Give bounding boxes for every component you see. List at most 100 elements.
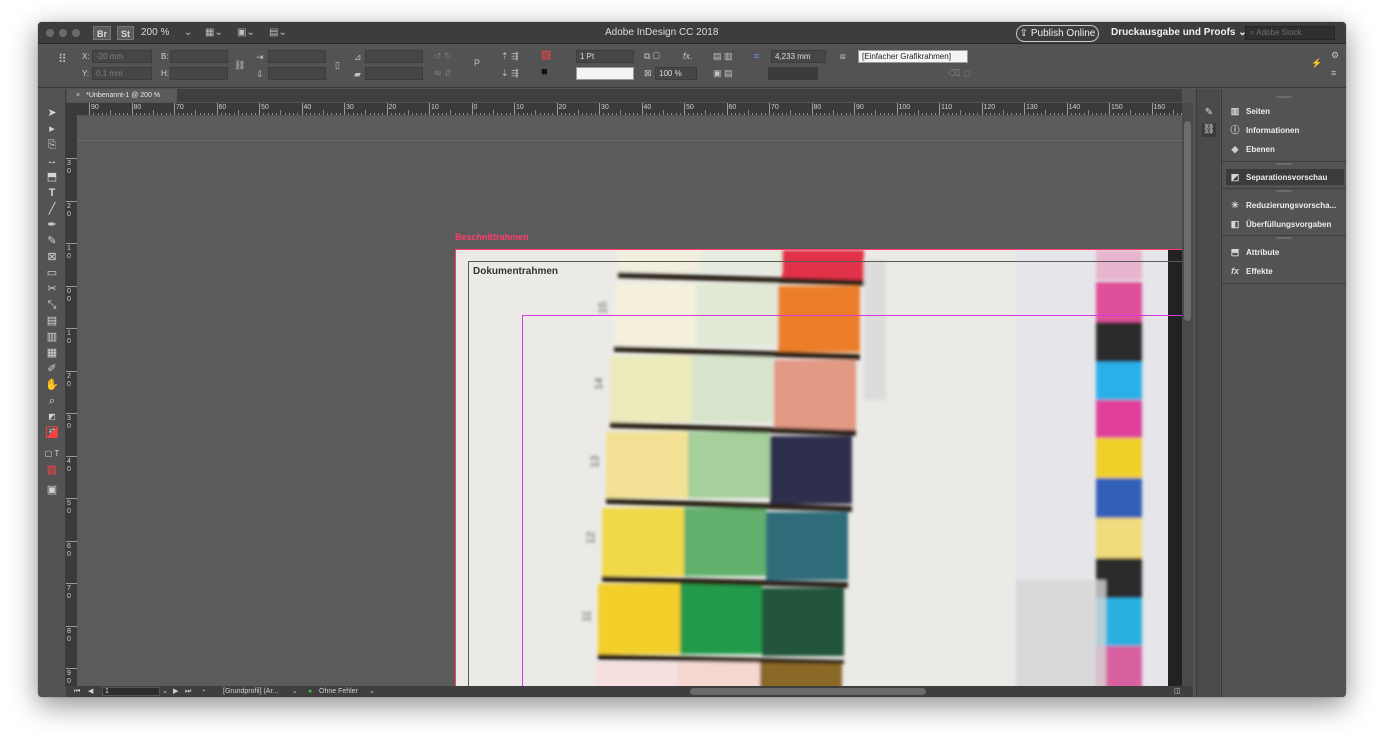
panel-item-informationen[interactable]: ⓘ Informationen [1226, 122, 1344, 138]
vertical-scrollbar[interactable] [1182, 103, 1193, 686]
line-tool-icon[interactable]: ╱ [44, 202, 60, 216]
settings-gear-icon[interactable]: ⚙ [1331, 50, 1339, 61]
stroke-weight-field[interactable]: 1 Pt [576, 50, 634, 63]
horizontal-ruler[interactable]: 90 80 70 60 50 40 30 20 10 0 10 20 30 40 50 60 70 80 90 100… [77, 103, 1182, 116]
align-icon[interactable]: ▣ ▤ [713, 68, 733, 79]
panel-grip[interactable] [1276, 96, 1292, 98]
links-icon[interactable]: ⛓ [1202, 123, 1216, 137]
flip-icon[interactable]: ⇋ ⇵ [434, 68, 452, 79]
x-position-field[interactable]: -20 mm [92, 50, 152, 63]
vertical-ruler[interactable]: 30201000102030405060708090 [66, 116, 77, 686]
y-position-field[interactable]: 0,1 mm [92, 67, 152, 80]
opacity-field[interactable]: 100 % [655, 67, 697, 80]
selection-tool-icon[interactable]: ➤ [44, 106, 60, 120]
fill-stroke-icon[interactable]: ◪ [44, 424, 60, 439]
hand-tool-icon[interactable]: ✋ [44, 378, 60, 392]
view-options-icon[interactable]: ▦⌄ [205, 26, 223, 40]
panel-menu-icon[interactable]: ≡ [1331, 68, 1336, 79]
rectangle-frame-tool-icon[interactable]: ⊠ [44, 250, 60, 264]
document-canvas[interactable]: Beschnittrahmen 15 14 13 12 11 Dokumentr… [77, 116, 1182, 686]
scale-y-field[interactable] [268, 67, 326, 80]
screen-mode-icon[interactable]: ▣⌄ [237, 26, 255, 40]
minimize-window-button[interactable] [59, 29, 67, 37]
default-colors-icon[interactable]: ◩ ⇄ [44, 410, 60, 435]
free-transform-tool-icon[interactable]: ⤡ [44, 298, 60, 312]
panel-grip[interactable] [1276, 190, 1292, 192]
height-field[interactable] [170, 67, 228, 80]
rotation-field[interactable] [365, 50, 423, 63]
quick-actions-icon[interactable]: ⚡ [1311, 58, 1322, 69]
fill-swatch-icon[interactable]: ▨ [541, 50, 551, 61]
publish-online-button[interactable]: ⇪ Publish Online [1016, 25, 1099, 42]
horizontal-scroll-thumb[interactable] [690, 688, 926, 695]
clear-overrides-icon[interactable]: ⌫ ◻ [948, 68, 971, 79]
chevron-down-icon[interactable]: ⌄ [292, 686, 298, 697]
panel-item-seiten[interactable]: ▥ Seiten [1226, 103, 1344, 119]
preflight-profile[interactable]: [Grundprofil] (Ar... [223, 686, 278, 697]
previous-page-icon[interactable]: ◀ [88, 686, 93, 697]
type-tool-icon[interactable]: T [44, 186, 60, 200]
select-content-icon[interactable]: ⇣ ⇶ [501, 68, 519, 79]
ruler-origin[interactable] [66, 103, 77, 116]
object-style-select[interactable]: [Einfacher Grafikrahmen] [858, 50, 968, 63]
preflight-status[interactable]: Ohne Fehler [319, 686, 358, 697]
width-field[interactable] [170, 50, 228, 63]
content-collector-icon[interactable]: ⬒ [44, 170, 60, 184]
panel-item-ueberfuellungsvorgaben[interactable]: ◧ Überfüllungsvorgaben [1226, 216, 1344, 232]
note-tool-icon[interactable]: ▦ [44, 346, 60, 360]
text-wrap-icon[interactable]: ▤ ▥ [713, 51, 733, 62]
rotate-ccw-icon[interactable]: ↺ ↻ [434, 51, 452, 62]
reference-point-icon[interactable]: ⠿ [58, 53, 67, 65]
page-number-field[interactable]: 1 [102, 687, 160, 696]
document-tab[interactable]: × *Unbenannt-1 @ 200 % [68, 89, 177, 102]
panel-item-separationsvorschau[interactable]: ◩ Separationsvorschau [1226, 169, 1344, 185]
stock-search-input[interactable]: ⌕ Adobe Stock [1245, 26, 1335, 40]
effects-fx-icon[interactable]: fx. [683, 51, 693, 62]
first-page-icon[interactable]: ⏮ [74, 686, 80, 697]
chevron-down-icon[interactable]: ⌄ [162, 686, 168, 697]
select-container-icon[interactable]: ⇡ ⇶ [501, 51, 519, 62]
gradient-feather-tool-icon[interactable]: ▥ [44, 330, 60, 344]
close-tab-icon[interactable]: × [76, 92, 80, 99]
maximize-window-button[interactable] [72, 29, 80, 37]
split-window-icon[interactable]: ◫ [1174, 686, 1181, 697]
constrain-proportions-icon[interactable]: ⛓ [234, 60, 245, 71]
apply-none-icon[interactable]: ▨ [44, 463, 60, 477]
panel-item-ebenen[interactable]: ◈ Ebenen [1226, 141, 1344, 157]
chevron-down-icon[interactable]: ⌄ [184, 26, 192, 40]
rectangle-tool-icon[interactable]: ▭ [44, 266, 60, 280]
workspace-switcher[interactable]: Druckausgabe und Proofs ⌄ [1111, 26, 1247, 40]
panel-grip[interactable] [1276, 237, 1292, 239]
screen-mode-tool-icon[interactable]: ▣ [44, 483, 60, 497]
panel-item-effekte[interactable]: fx Effekte [1226, 263, 1344, 279]
story-editor-icon[interactable]: ✎ [1202, 106, 1216, 120]
scissors-tool-icon[interactable]: ✂ [44, 282, 60, 296]
stroke-swatch-icon[interactable]: ■ [541, 67, 548, 78]
formatting-container-icon[interactable]: ▢ T [44, 447, 60, 461]
bridge-button[interactable]: Br [93, 26, 112, 40]
next-page-icon[interactable]: ▶ [173, 686, 178, 697]
vertical-scroll-thumb[interactable] [1184, 121, 1191, 321]
stroke-type-select[interactable] [576, 67, 634, 80]
direct-selection-tool-icon[interactable]: ▸ [44, 122, 60, 136]
corner-size-field[interactable]: 4,233 mm [771, 50, 826, 63]
shear-field[interactable] [365, 67, 423, 80]
eyedropper-tool-icon[interactable]: ✐ [44, 362, 60, 376]
close-window-button[interactable] [46, 29, 54, 37]
pen-tool-icon[interactable]: ✒ [44, 218, 60, 232]
corner-shape-select[interactable] [768, 67, 818, 80]
corner-options-icon[interactable]: ⌗ [754, 51, 759, 62]
panel-item-attribute[interactable]: ⬒ Attribute [1226, 244, 1344, 260]
pencil-tool-icon[interactable]: ✎ [44, 234, 60, 248]
lock-scale-icon[interactable]: ▯ [335, 60, 340, 71]
last-page-icon[interactable]: ⏭ [185, 686, 191, 697]
panel-grip[interactable] [1276, 163, 1292, 165]
zoom-tool-icon[interactable]: ⌕ [44, 394, 60, 408]
paragraph-icon[interactable]: P [474, 58, 480, 69]
panel-item-reduzierungsvorschau[interactable]: ✳ Reduzierungsvorscha... [1226, 197, 1344, 213]
scale-x-field[interactable] [268, 50, 326, 63]
gradient-swatch-tool-icon[interactable]: ▤ [44, 314, 60, 328]
frame-fitting-icon[interactable]: ⧉ ▢ [644, 51, 660, 62]
zoom-level[interactable]: 200 % [141, 26, 169, 40]
stock-button[interactable]: St [117, 26, 134, 40]
